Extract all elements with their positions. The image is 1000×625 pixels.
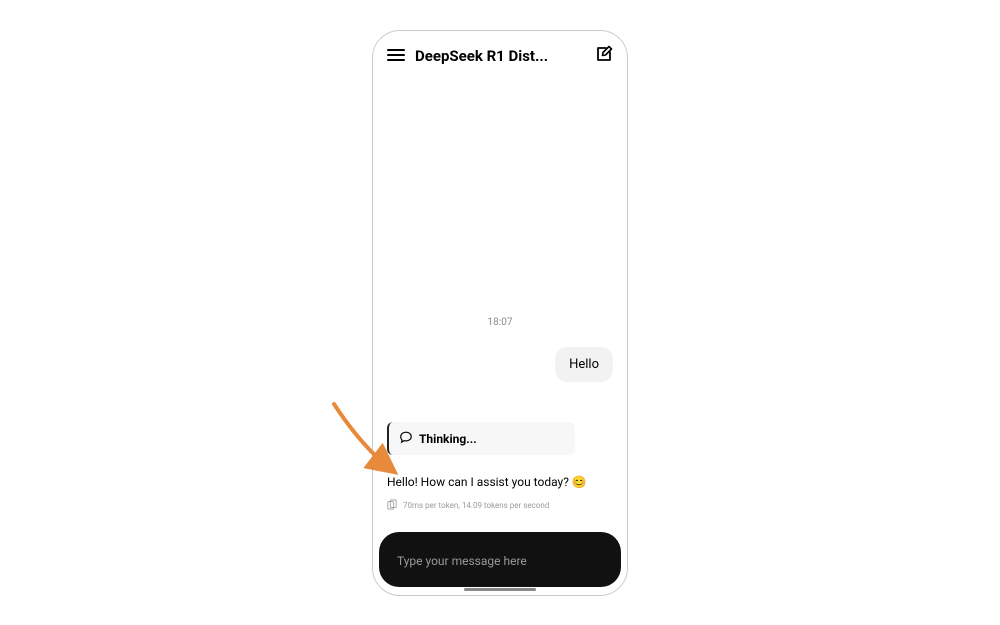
- user-message-text: Hello: [569, 357, 599, 372]
- user-message-bubble: Hello: [555, 347, 613, 382]
- speech-bubble-icon: [399, 430, 413, 447]
- page-title: DeepSeek R1 Dist...: [415, 47, 585, 65]
- token-stats: 70ms per token, 14.09 tokens per second: [403, 501, 549, 510]
- thinking-indicator[interactable]: Thinking...: [387, 422, 575, 455]
- timestamp: 18:07: [373, 317, 627, 328]
- copy-icon[interactable]: [387, 499, 397, 512]
- message-input[interactable]: Type your message here: [379, 532, 621, 587]
- compose-icon[interactable]: [595, 45, 613, 67]
- home-indicator: [464, 588, 536, 591]
- input-placeholder: Type your message here: [397, 554, 527, 568]
- message-meta: 70ms per token, 14.09 tokens per second: [387, 499, 613, 512]
- phone-frame: DeepSeek R1 Dist... 18:07 Hello Thinking…: [372, 30, 628, 596]
- thinking-label: Thinking...: [419, 432, 477, 446]
- hamburger-icon[interactable]: [387, 47, 405, 66]
- app-header: DeepSeek R1 Dist...: [373, 31, 627, 77]
- chat-body: 18:07 Hello Thinking... Hello! How can I…: [373, 77, 627, 532]
- assistant-message: Hello! How can I assist you today? 😊: [387, 475, 613, 490]
